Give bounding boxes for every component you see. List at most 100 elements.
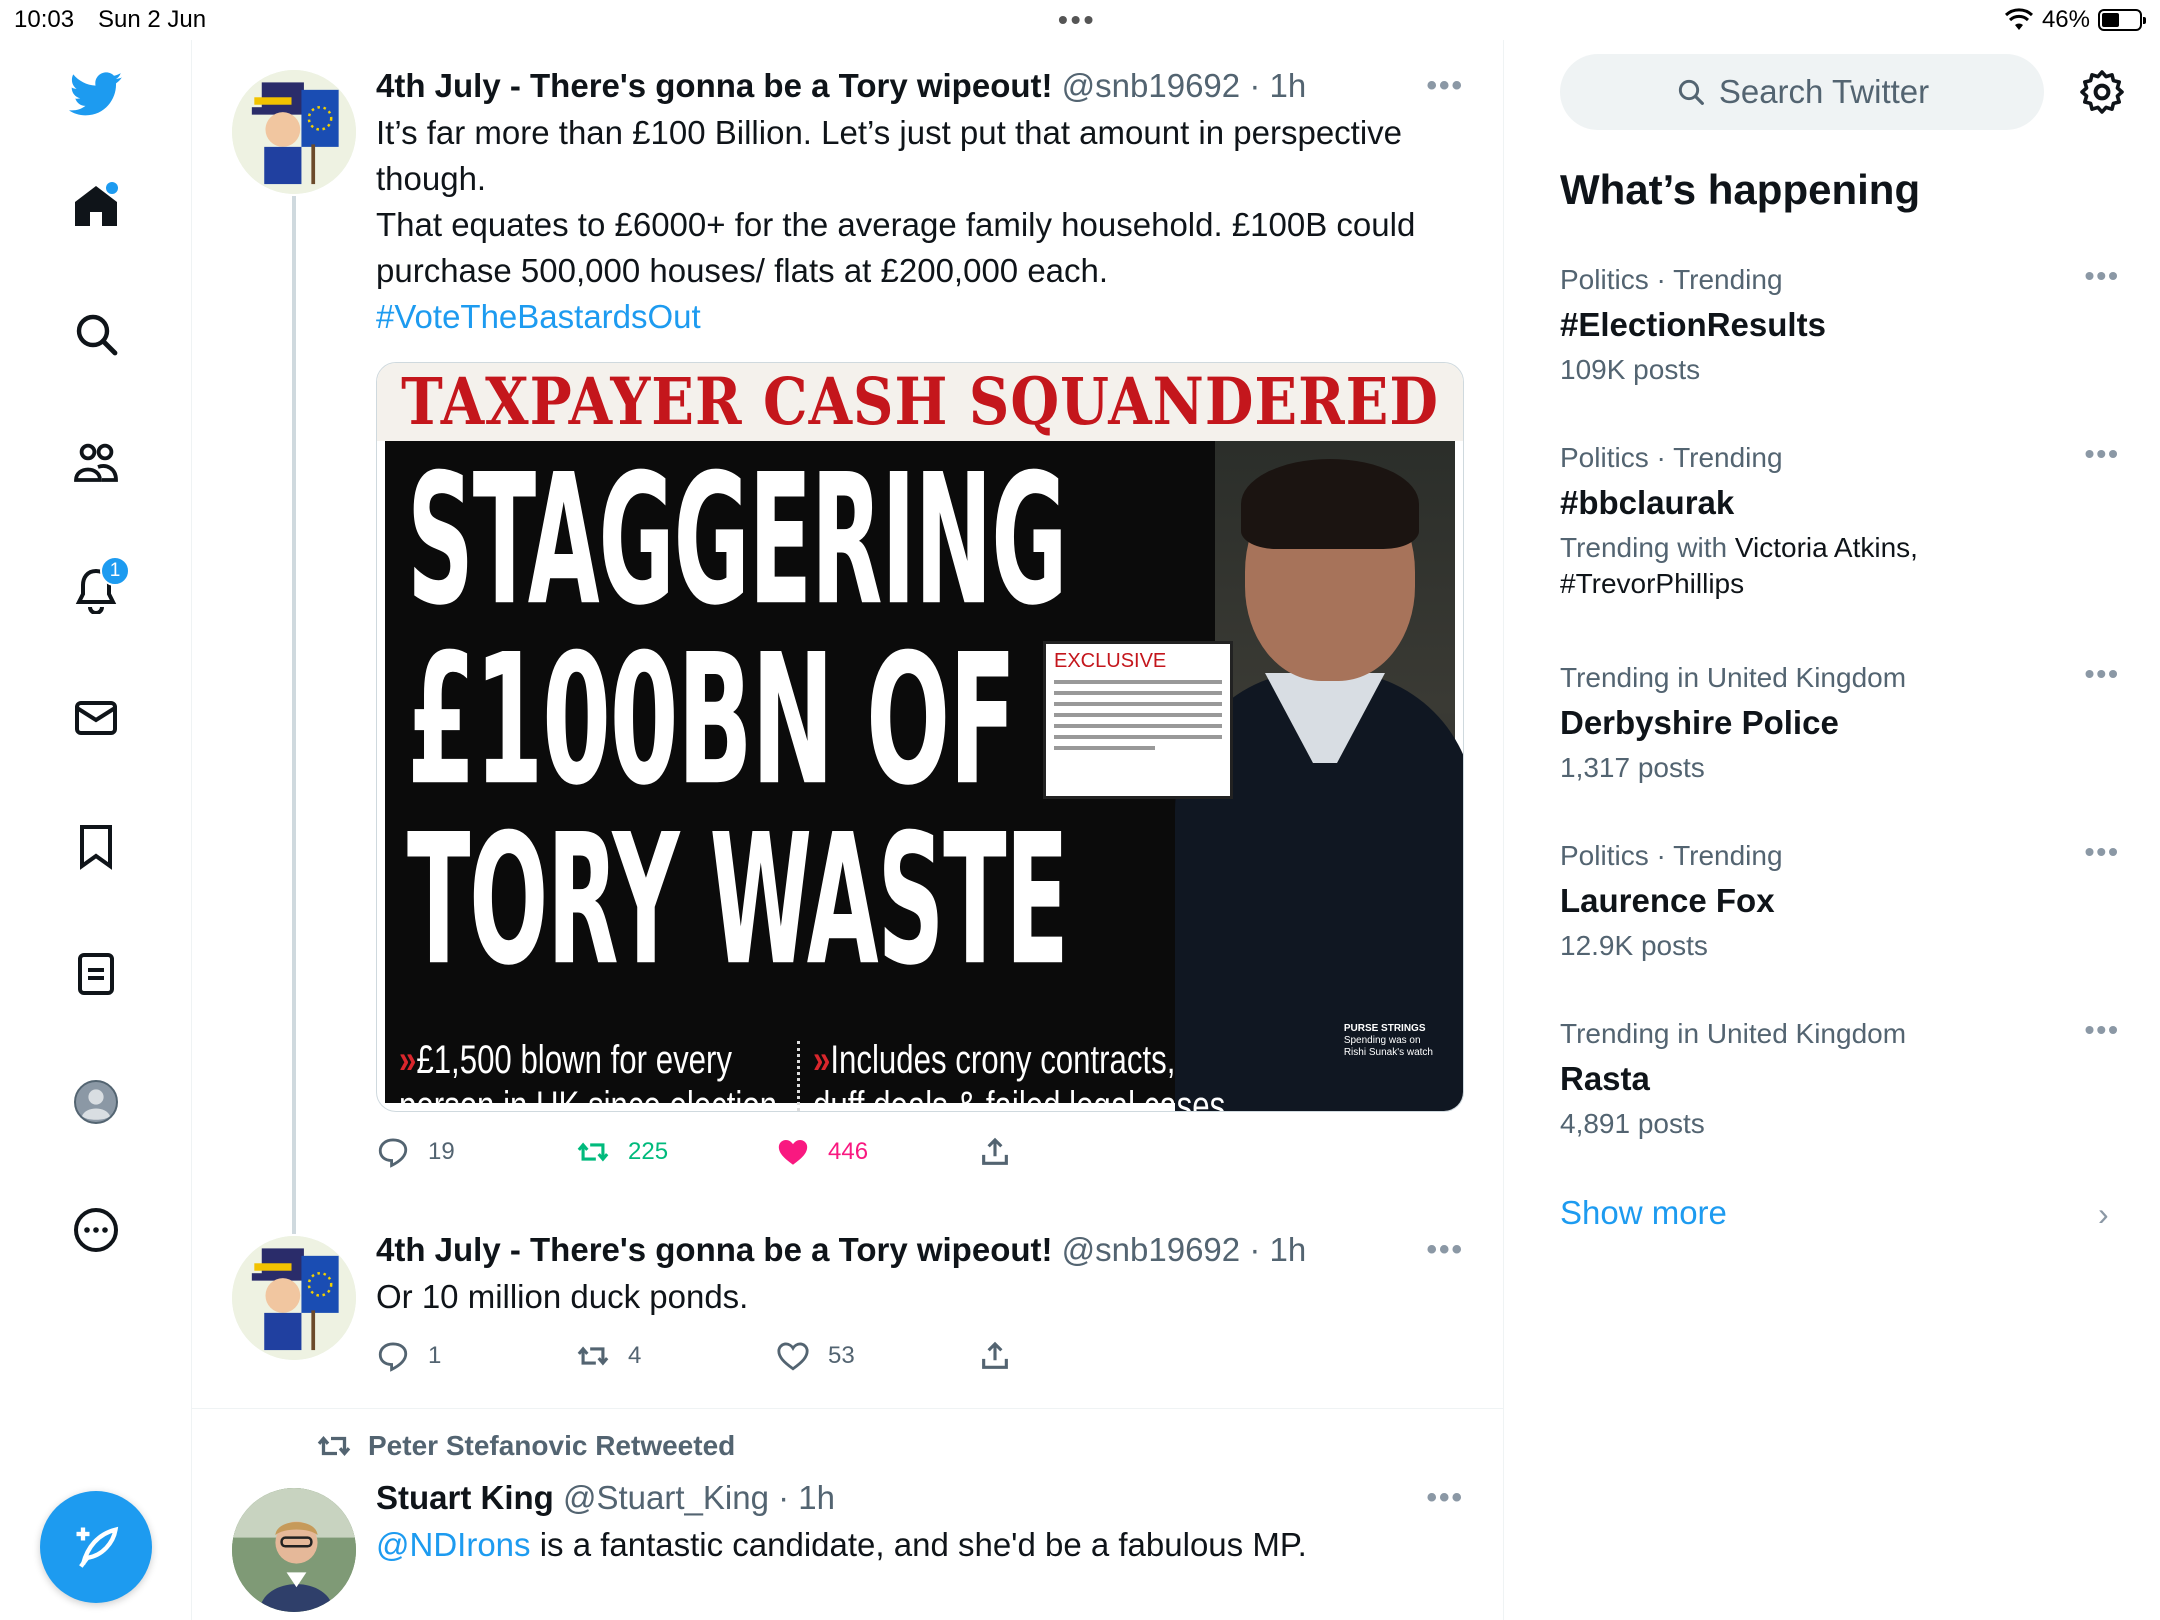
retweet-button[interactable]: 225	[576, 1135, 668, 1169]
like-button[interactable]: 446	[776, 1135, 868, 1169]
right-sidebar: Search Twitter What’s happening Politics…	[1504, 40, 2160, 1620]
show-more-link[interactable]: Show more	[1560, 1194, 1727, 1232]
banner-text: TAXPAYER CASH SQUANDERED	[401, 364, 1439, 440]
search-input[interactable]: Search Twitter	[1560, 54, 2044, 130]
trend-with-2[interactable]: #TrevorPhillips	[1560, 568, 1744, 599]
reply-count: 19	[428, 1138, 455, 1165]
subheading-right-line-2: duff deals & failed legal cases	[813, 1084, 1226, 1112]
compose-feather-icon	[76, 1526, 119, 1568]
retweet-count: 4	[628, 1342, 642, 1369]
retweet-button[interactable]: 4	[576, 1339, 641, 1373]
author-name[interactable]: 4th July - There's gonna be a Tory wipeo…	[376, 1231, 1052, 1268]
trend-category: Politics · Trending	[1560, 264, 1783, 295]
share-icon	[982, 1341, 1008, 1369]
avatar[interactable]	[232, 70, 356, 194]
like-count: 53	[828, 1342, 855, 1369]
chevron-right-icon[interactable]: ›	[2098, 1196, 2109, 1233]
trend-more-icon[interactable]: •••	[2085, 1014, 2120, 1046]
battery-icon	[2098, 9, 2146, 31]
profile-avatar-icon	[74, 1080, 118, 1124]
reply-icon	[378, 1342, 408, 1372]
twitter-logo-icon[interactable]	[56, 54, 136, 134]
subheading-right-line-1: Includes crony contracts,	[830, 1038, 1176, 1082]
trend-item[interactable]: Politics · Trending #ElectionResults 109…	[1560, 260, 2120, 390]
tweet-image[interactable]: TAXPAYER CASH SQUANDERED PURSE STRINGS S…	[376, 362, 1464, 1112]
more-options-icon[interactable]: •••	[1426, 64, 1464, 108]
nav-communities[interactable]	[56, 422, 136, 502]
compose-tweet-button[interactable]	[40, 1491, 152, 1603]
hashtag-link[interactable]: #VoteTheBastardsOut	[376, 294, 1464, 340]
search-icon	[1678, 79, 1704, 105]
trend-more-icon[interactable]: •••	[2085, 260, 2120, 292]
multitasking-dots-icon[interactable]: •••	[1058, 6, 1096, 34]
nav-home[interactable]	[56, 166, 136, 246]
nav-messages[interactable]	[56, 678, 136, 758]
trend-item[interactable]: Politics · Trending #bbclaurak Trending …	[1560, 438, 2120, 602]
thread-connector	[292, 196, 296, 1234]
trend-more-icon[interactable]: •••	[2085, 836, 2120, 868]
share-icon	[982, 1137, 1008, 1165]
trend-category: Trending in United Kingdom	[1560, 662, 1907, 693]
status-bar: 10:03 Sun 2 Jun ••• 46%	[0, 0, 2160, 40]
trend-name: Laurence Fox	[1560, 882, 1775, 919]
timeline: 4th July - There's gonna be a Tory wipeo…	[192, 40, 1504, 1620]
trend-with-1[interactable]: Victoria Atkins,	[1735, 532, 1918, 563]
trend-item[interactable]: Trending in United Kingdom Rasta 4,891 p…	[1560, 1014, 2120, 1144]
exclusive-box: EXCLUSIVE	[1043, 641, 1233, 799]
settings-gear-icon[interactable]	[2078, 68, 2126, 116]
like-button[interactable]: 53	[776, 1339, 855, 1373]
author-handle[interactable]: @snb19692	[1062, 67, 1240, 104]
trend-name: Rasta	[1560, 1060, 1650, 1097]
nav-more[interactable]	[56, 1190, 136, 1270]
author-name[interactable]: Stuart King	[376, 1479, 554, 1516]
status-right: 46%	[2004, 6, 2146, 34]
newspaper-front-page: PURSE STRINGS Spending was on Rishi Suna…	[385, 436, 1463, 1111]
tweet-time[interactable]: · 1h	[1249, 67, 1306, 104]
retweet-icon	[577, 1346, 609, 1366]
retweet-context[interactable]: Peter Stefanovic Retweeted	[316, 1428, 735, 1464]
retweet-icon	[577, 1142, 609, 1162]
like-count: 446	[828, 1138, 869, 1165]
purse-caption-line: Rishi Sunak's watch	[1343, 1047, 1433, 1058]
mention-link[interactable]: @NDIrons	[376, 1526, 531, 1563]
lists-icon	[78, 953, 114, 995]
notifications-badge: 1	[100, 556, 130, 586]
avatar[interactable]	[232, 1236, 356, 1360]
tweet-time[interactable]: · 1h	[778, 1479, 835, 1516]
trend-more-icon[interactable]: •••	[2085, 438, 2120, 470]
search-icon	[76, 314, 118, 356]
subheading-left: »£1,500 blown for every person in UK sin…	[399, 1037, 778, 1112]
trend-item[interactable]: Trending in United Kingdom Derbyshire Po…	[1560, 658, 2120, 788]
more-options-icon[interactable]: •••	[1426, 1228, 1464, 1272]
purse-caption: PURSE STRINGS Spending was on Rishi Suna…	[1344, 1023, 1433, 1059]
headline-line-1: STAGGERING	[407, 436, 1068, 646]
avatar[interactable]	[232, 1488, 356, 1612]
author-handle[interactable]: @snb19692	[1062, 1231, 1240, 1268]
trend-posts: 4,891 posts	[1560, 1108, 1705, 1139]
share-button[interactable]	[978, 1135, 1012, 1169]
reply-button[interactable]: 1	[376, 1339, 441, 1373]
subheading-left-line-1: £1,500 blown for every	[416, 1038, 733, 1082]
tweet-header: 4th July - There's gonna be a Tory wipeo…	[376, 64, 1464, 108]
author-name[interactable]: 4th July - There's gonna be a Tory wipeo…	[376, 67, 1052, 104]
more-options-icon[interactable]: •••	[1426, 1476, 1464, 1520]
subheading-left-line-2: person in UK since election	[399, 1084, 778, 1112]
trend-item[interactable]: Politics · Trending Laurence Fox 12.9K p…	[1560, 836, 2120, 966]
nav-notifications[interactable]: 1	[56, 550, 136, 630]
nav-lists[interactable]	[56, 934, 136, 1014]
reply-button[interactable]: 19	[376, 1135, 455, 1169]
trend-more-icon[interactable]: •••	[2085, 658, 2120, 690]
share-button[interactable]	[978, 1339, 1012, 1373]
retweet-icon	[317, 1435, 351, 1457]
communities-icon	[74, 443, 118, 482]
nav-explore[interactable]	[56, 294, 136, 374]
nav-bookmarks[interactable]	[56, 806, 136, 886]
trend-category: Politics · Trending	[1560, 442, 1783, 473]
nav-profile[interactable]	[56, 1062, 136, 1142]
tweet-text: It’s far more than £100 Billion. Let’s j…	[376, 114, 1416, 289]
tweet-text: Or 10 million duck ponds.	[376, 1278, 749, 1315]
trend-category: Trending in United Kingdom	[1560, 1018, 1907, 1049]
tweet-text: @NDIrons is a fantastic candidate, and s…	[376, 1522, 1464, 1568]
author-handle[interactable]: @Stuart_King	[563, 1479, 769, 1516]
tweet-time[interactable]: · 1h	[1249, 1231, 1306, 1268]
